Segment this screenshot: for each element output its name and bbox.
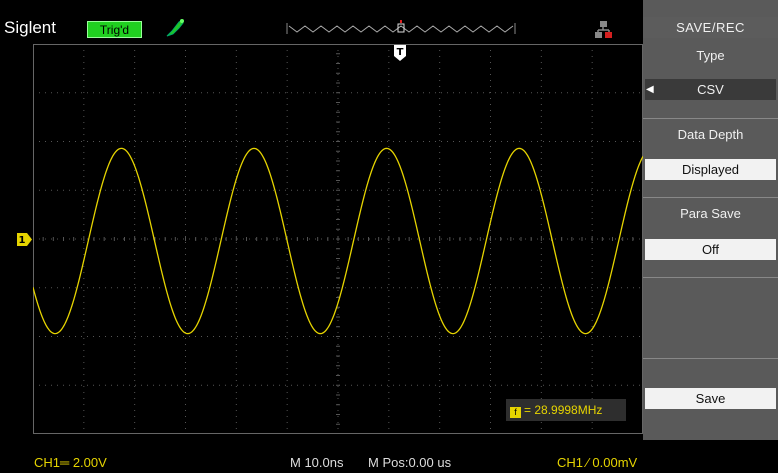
menu-divider: [643, 358, 778, 359]
para-save-label: Para Save: [680, 206, 741, 221]
horizontal-position: M Pos:0.00 us: [368, 455, 452, 470]
menu-divider: [643, 197, 778, 198]
type-option-button[interactable]: CSV: [645, 79, 776, 100]
memory-position-strip: [286, 20, 516, 34]
waveform-display[interactable]: [33, 44, 643, 434]
counter-icon: f: [510, 407, 521, 418]
svg-text:T: T: [397, 47, 404, 58]
trigger-position-marker: T: [394, 45, 406, 61]
save-button[interactable]: Save: [645, 388, 776, 409]
ch1-scale: CH1═ 2.00V: [34, 455, 107, 470]
trigger-status-badge: Trig'd: [87, 21, 142, 38]
para-save-button[interactable]: Off: [645, 239, 776, 260]
menu-divider: [643, 118, 778, 119]
triangle-left-icon: ◀: [646, 84, 654, 95]
probe-icon: [166, 19, 184, 37]
data-depth-label: Data Depth: [677, 127, 744, 142]
network-disconnected-icon: [595, 21, 612, 38]
type-label: Type: [696, 48, 725, 63]
ch1-level-marker: 1: [17, 233, 32, 246]
data-depth-button[interactable]: Displayed: [645, 159, 776, 180]
frequency-counter-readout: f = 28.9998MHz: [506, 399, 626, 421]
trigger-level: CH1 ⁄ 0.00mV: [557, 455, 638, 470]
frequency-value: = 28.9998MHz: [524, 403, 603, 417]
timebase: M 10.0ns: [290, 455, 344, 470]
menu-divider: [643, 277, 778, 278]
brand-logo: Siglent: [4, 18, 56, 37]
svg-text:1: 1: [19, 235, 26, 246]
menu-title: SAVE/REC: [643, 17, 778, 38]
